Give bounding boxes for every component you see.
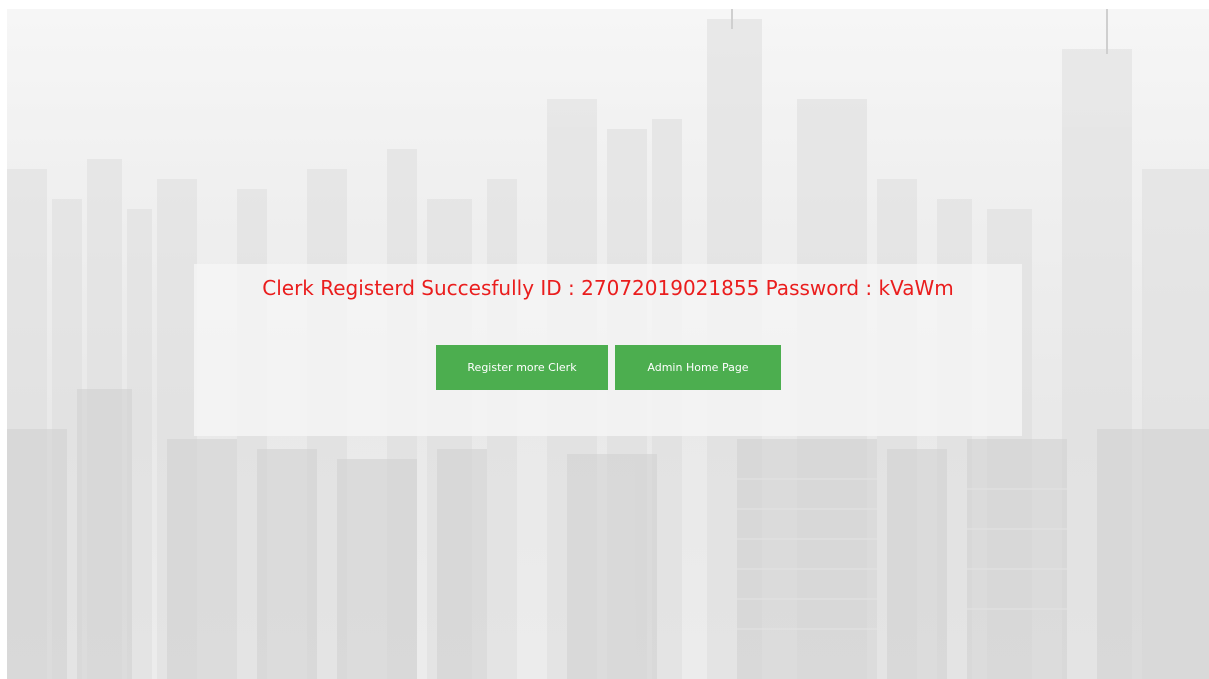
success-message: Clerk Registerd Succesfully ID : 2707201…	[262, 276, 954, 300]
admin-home-page-button[interactable]: Admin Home Page	[615, 345, 781, 390]
registration-result-panel: Clerk Registerd Succesfully ID : 2707201…	[194, 264, 1022, 436]
register-more-clerk-button[interactable]: Register more Clerk	[436, 345, 608, 390]
action-buttons: Register more Clerk Admin Home Page	[436, 345, 781, 390]
page: Clerk Registerd Succesfully ID : 2707201…	[0, 0, 1209, 679]
